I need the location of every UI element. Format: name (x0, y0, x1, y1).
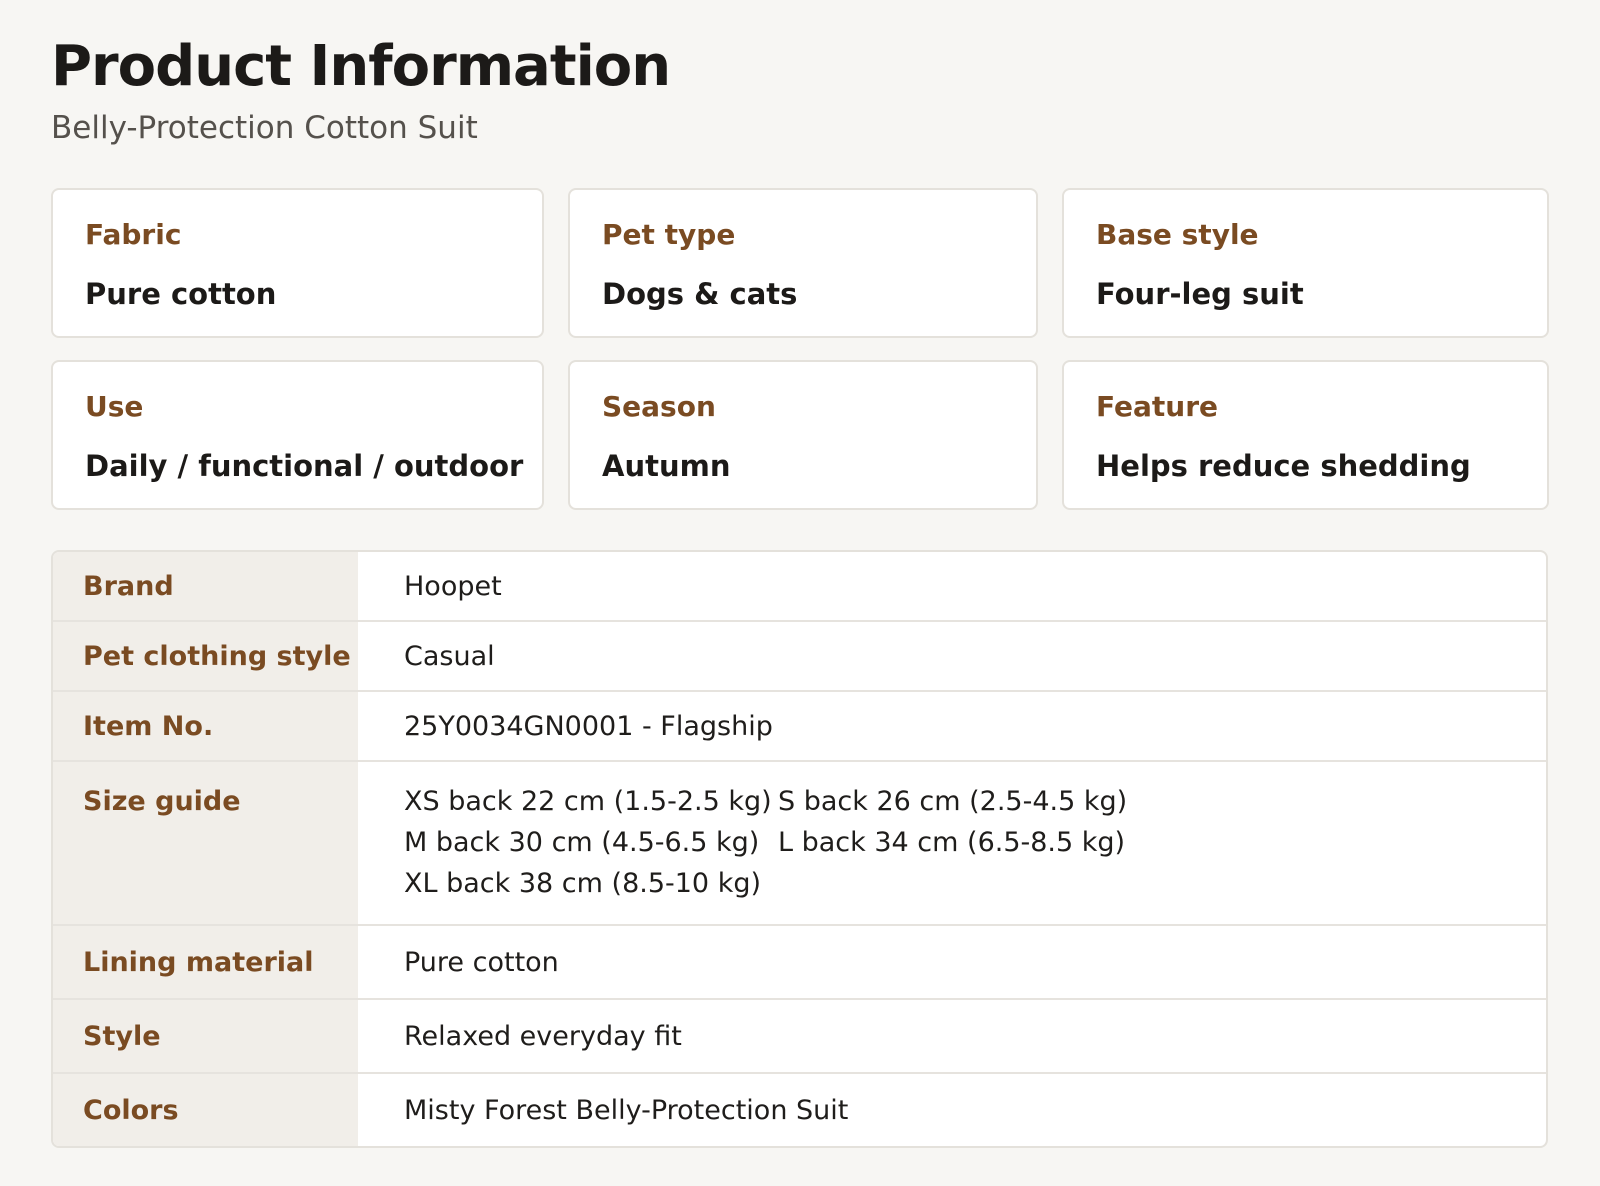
card-label: Use (85, 390, 144, 423)
spec-row-clothing-style: Pet clothing style Casual (53, 620, 1546, 690)
card-feature: Feature Helps reduce shedding (1062, 360, 1549, 510)
spec-value: Hoopet (404, 570, 502, 602)
spec-row-colors: Colors Misty Forest Belly-Protection Sui… (53, 1072, 1546, 1146)
spec-label: Lining material (53, 926, 358, 998)
size-entry: XS back 22 cm (1.5-2.5 kg) (404, 786, 772, 817)
spec-label: Pet clothing style (53, 622, 358, 690)
card-label: Base style (1096, 218, 1259, 251)
card-value: Pure cotton (85, 277, 277, 311)
card-season: Season Autumn (568, 360, 1038, 510)
card-value: Daily / functional / outdoor (85, 449, 524, 483)
card-value: Four-leg suit (1096, 277, 1304, 311)
spec-value: 25Y0034GN0001 - Flagship (404, 710, 773, 742)
spec-value: Relaxed everyday fit (404, 1020, 682, 1052)
card-use: Use Daily / functional / outdoor (51, 360, 544, 510)
card-label: Fabric (85, 218, 182, 251)
card-label: Season (602, 390, 716, 423)
spec-row-lining: Lining material Pure cotton (53, 924, 1546, 998)
spec-row-size-guide: Size guide XS back 22 cm (1.5-2.5 kg) S … (53, 760, 1546, 924)
card-value: Dogs & cats (602, 277, 798, 311)
spec-label: Size guide (53, 762, 358, 924)
size-guide-value: XS back 22 cm (1.5-2.5 kg) S back 26 cm … (358, 762, 1546, 924)
spec-label: Brand (53, 552, 358, 620)
spec-row-style: Style Relaxed everyday fit (53, 998, 1546, 1072)
page-title: Product Information (51, 34, 671, 99)
spec-value: Casual (404, 640, 495, 672)
size-guide-grid: XS back 22 cm (1.5-2.5 kg) S back 26 cm … (404, 784, 1138, 901)
size-entry: M back 30 cm (4.5-6.5 kg) (404, 827, 760, 858)
spec-row-item-no: Item No. 25Y0034GN0001 - Flagship (53, 690, 1546, 760)
size-entry: XL back 38 cm (8.5-10 kg) (404, 868, 761, 899)
spec-label: Item No. (53, 692, 358, 760)
spec-label: Colors (53, 1074, 358, 1146)
product-info-page: Product Information Belly-Protection Cot… (51, 34, 1549, 1148)
card-value: Autumn (602, 449, 731, 483)
spec-table: Brand Hoopet Pet clothing style Casual I… (51, 550, 1548, 1148)
size-entry: L back 34 cm (6.5-8.5 kg) (778, 827, 1126, 858)
attribute-cards: Fabric Pure cotton Pet type Dogs & cats … (51, 188, 1549, 510)
spec-value: Pure cotton (404, 946, 559, 978)
card-label: Feature (1096, 390, 1218, 423)
size-entry: S back 26 cm (2.5-4.5 kg) (778, 786, 1128, 817)
card-fabric: Fabric Pure cotton (51, 188, 544, 338)
spec-value: Misty Forest Belly-Protection Suit (404, 1094, 849, 1126)
page-subtitle: Belly-Protection Cotton Suit (51, 110, 478, 146)
spec-label: Style (53, 1000, 358, 1072)
card-label: Pet type (602, 218, 736, 251)
card-value: Helps reduce shedding (1096, 449, 1471, 483)
card-base-style: Base style Four-leg suit (1062, 188, 1549, 338)
spec-row-brand: Brand Hoopet (53, 552, 1546, 620)
card-pet-type: Pet type Dogs & cats (568, 188, 1038, 338)
